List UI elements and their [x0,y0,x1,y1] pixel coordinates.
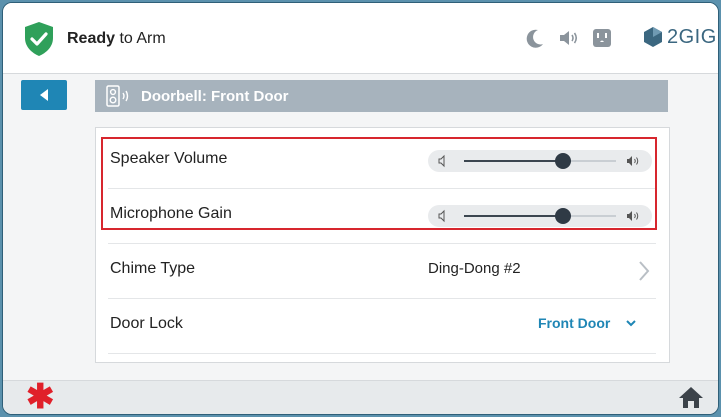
footer-bar [3,380,718,414]
chevron-down-icon [626,320,637,327]
slider-thumb[interactable] [554,153,571,169]
status-ready: Ready [67,30,116,47]
asterisk-icon[interactable]: ✱ [26,380,55,414]
back-button[interactable] [21,80,67,110]
outlet-icon[interactable] [591,27,613,49]
volume-high-icon [627,156,639,166]
microphone-gain-slider[interactable] [428,205,652,227]
panel-screen: Ready to Arm 2GIG Doorbell: Front Door S… [2,2,719,415]
volume-low-icon [438,209,445,223]
door-lock-value: Front Door [538,315,611,331]
status-rest: to Arm [115,30,166,47]
settings-card: Speaker Volume Microphone Gain Chime Typ… [95,127,670,363]
volume-low-icon [438,154,445,168]
slider-fill [464,160,563,162]
header-bar: Ready to Arm 2GIG [3,3,718,74]
brand-logo: 2GIG [643,23,717,51]
slider-fill [464,215,563,217]
chime-type-label: Chime Type [110,260,196,277]
microphone-gain-row: Microphone Gain [108,189,656,244]
home-icon[interactable] [678,385,704,409]
brand-text: 2GIG [667,25,717,48]
2gig-logo-icon [644,27,662,47]
system-status: Ready to Arm [67,30,166,48]
speaker-volume-row: Speaker Volume [108,134,656,189]
speaker-volume-slider[interactable] [428,150,652,172]
slider-thumb[interactable] [554,208,571,224]
page-title: Doorbell: Front Door [141,87,289,105]
moon-icon[interactable] [524,27,546,49]
door-lock-dropdown[interactable]: Front Door [538,315,637,331]
chevron-right-icon[interactable] [638,260,650,282]
door-lock-label: Door Lock [110,315,183,332]
speaker-icon[interactable] [557,27,579,49]
doorbell-icon [106,85,129,107]
chime-type-row[interactable]: Chime Type Ding-Dong #2 [108,244,656,299]
chime-type-value: Ding-Dong #2 [428,260,521,277]
speaker-volume-label: Speaker Volume [110,150,228,167]
volume-high-icon [627,211,639,221]
shield-check-icon [25,22,53,56]
page-title-bar: Doorbell: Front Door [95,80,668,112]
back-arrow-icon [40,89,48,101]
door-lock-row: Door Lock Front Door [108,299,656,354]
microphone-gain-label: Microphone Gain [110,205,232,222]
